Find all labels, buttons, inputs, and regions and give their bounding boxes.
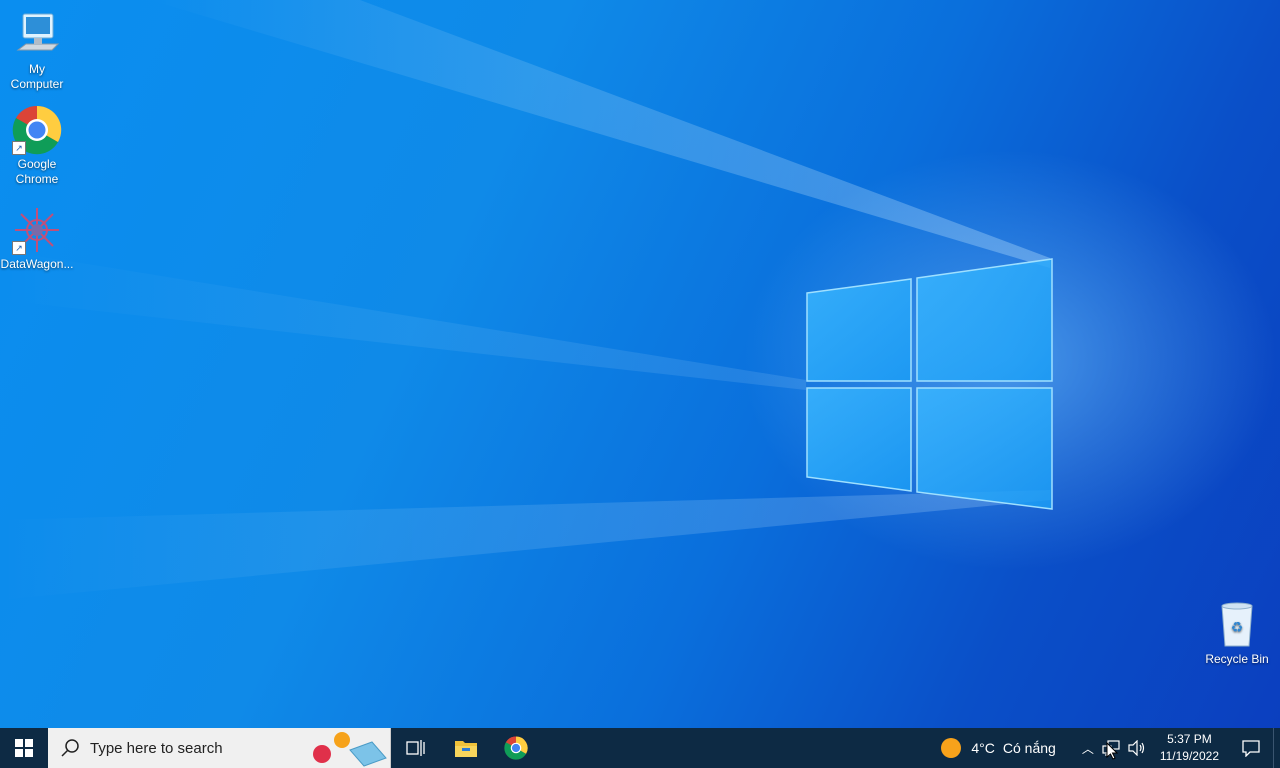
desktop-icon-recycle-bin[interactable]: ♻ Recycle Bin: [1200, 600, 1274, 667]
desktop-icon-label: DataWagon...: [0, 257, 74, 271]
search-highlight-image: [313, 732, 387, 767]
desktop-icon-label: Chrome: [15, 172, 59, 186]
search-icon: [61, 739, 79, 757]
chevron-up-icon[interactable]: ︿: [1082, 740, 1094, 757]
show-desktop-button[interactable]: [1273, 728, 1280, 768]
volume-icon[interactable]: [1128, 740, 1146, 756]
shortcut-arrow-icon: ↗: [12, 141, 26, 155]
clock[interactable]: 5:37 PM 11/19/2022: [1160, 731, 1219, 765]
datawagon-icon: ↗: [12, 205, 62, 255]
clock-date: 11/19/2022: [1159, 749, 1219, 763]
search-box[interactable]: Type here to search: [48, 728, 391, 768]
svg-text:♻: ♻: [1231, 620, 1244, 636]
weather-temp: 4°C: [971, 740, 995, 756]
desktop-icon-label: Recycle Bin: [1205, 652, 1269, 666]
start-button[interactable]: [0, 728, 48, 768]
weather-condition: Có nắng: [1002, 740, 1056, 756]
search-placeholder: Type here to search: [90, 739, 223, 757]
chrome-icon: ↗: [12, 105, 62, 155]
shortcut-arrow-icon: ↗: [12, 241, 26, 255]
chrome-taskbar-button[interactable]: [491, 728, 541, 768]
file-explorer-icon: [455, 741, 477, 757]
desktop-icon-google-chrome[interactable]: ↗ Google Chrome: [0, 105, 74, 187]
windows-start-icon: [15, 739, 33, 757]
desktop[interactable]: My Computer ↗ Google Chrome ↗ DataWagon.…: [0, 0, 1280, 728]
desktop-icon-datawagon[interactable]: ↗ DataWagon...: [0, 205, 74, 272]
desktop-icon-label: Computer: [10, 77, 64, 91]
desktop-icon-my-computer[interactable]: My Computer: [0, 10, 74, 92]
taskbar: Type here to search 4°C Có nắng ︿ 5:37 P…: [0, 728, 1280, 768]
clock-time: 5:37 PM: [1167, 732, 1212, 746]
file-explorer-button[interactable]: [441, 728, 491, 768]
weather-widget[interactable]: 4°C Có nắng: [941, 738, 1056, 758]
sun-icon: [941, 738, 962, 758]
chrome-icon: [504, 736, 528, 760]
task-view-icon: [406, 740, 425, 756]
notification-icon: [1242, 739, 1260, 757]
recycle-bin-icon: ♻: [1212, 600, 1262, 650]
desktop-icon-label: Google: [17, 157, 57, 171]
windows-wallpaper-logo: [806, 258, 1053, 510]
notification-button[interactable]: [1229, 728, 1273, 768]
computer-icon: [12, 10, 62, 60]
mouse-cursor: [1106, 742, 1118, 760]
wallpaper-light-beams: [0, 0, 1050, 600]
task-view-button[interactable]: [391, 728, 441, 768]
desktop-icon-label: My: [29, 62, 45, 76]
